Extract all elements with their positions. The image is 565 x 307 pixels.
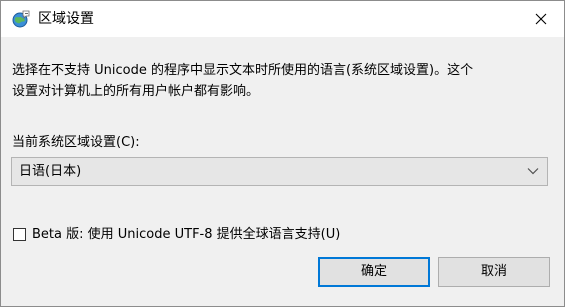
description-line-1: 选择在不支持 Unicode 的程序中显示文本时所使用的语言(系统区域设置)。这… bbox=[12, 63, 474, 78]
dialog-title: 区域设置 bbox=[38, 11, 94, 27]
cancel-button[interactable]: 取消 bbox=[438, 257, 550, 287]
close-button[interactable] bbox=[518, 1, 564, 37]
title-bar[interactable]: 区域设置 bbox=[1, 1, 564, 37]
region-settings-dialog: 区域设置 选择在不支持 Unicode 的程序中显示文本时所使用的语言(系统区域… bbox=[0, 0, 565, 307]
selected-locale: 日语(日本) bbox=[19, 164, 82, 179]
beta-utf8-option[interactable]: Beta 版: 使用 Unicode UTF-8 提供全球语言支持(U) bbox=[13, 225, 340, 243]
current-locale-label: 当前系统区域设置(C): bbox=[12, 135, 140, 150]
beta-utf8-checkbox[interactable] bbox=[13, 227, 26, 241]
beta-utf8-label[interactable]: Beta 版: 使用 Unicode UTF-8 提供全球语言支持(U) bbox=[32, 226, 340, 243]
system-locale-dropdown[interactable]: 日语(日本) bbox=[11, 157, 548, 186]
ok-button[interactable]: 确定 bbox=[318, 257, 430, 287]
close-icon bbox=[535, 13, 547, 25]
chevron-down-icon bbox=[527, 168, 539, 175]
description-line-2: 设置对计算机上的所有用户帐户都有影响。 bbox=[12, 84, 260, 99]
region-globe-icon bbox=[11, 9, 31, 29]
description-text: 选择在不支持 Unicode 的程序中显示文本时所使用的语言(系统区域设置)。这… bbox=[12, 60, 552, 102]
